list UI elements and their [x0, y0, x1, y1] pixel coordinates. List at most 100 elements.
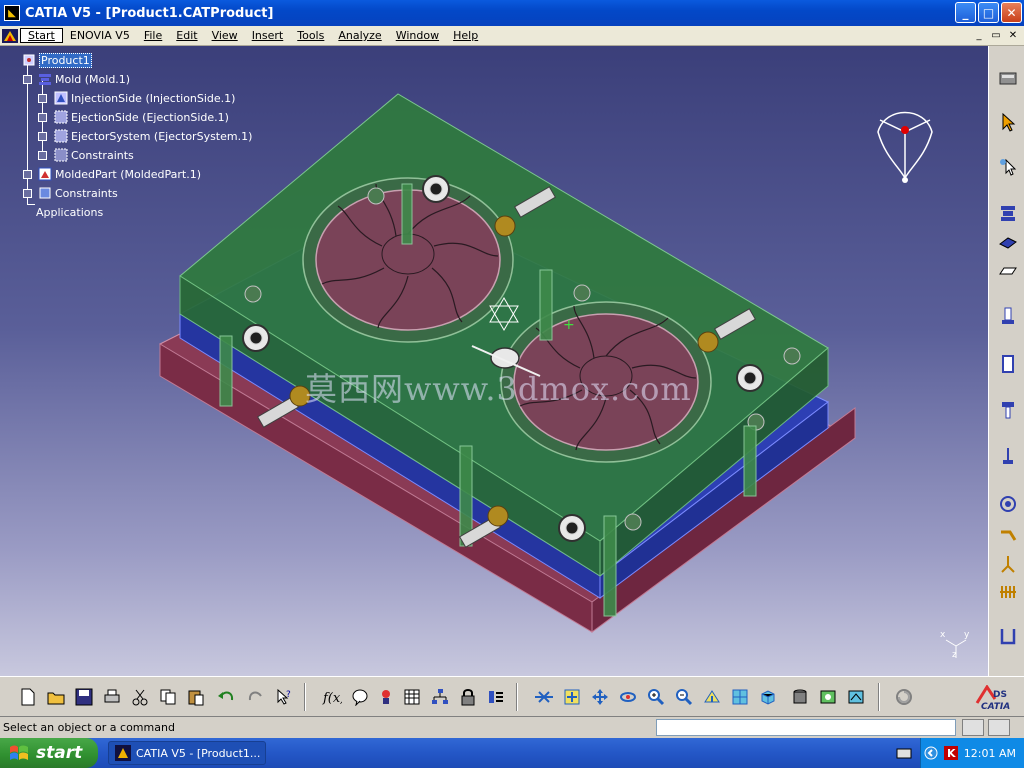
tree-expand-toggle[interactable]	[23, 170, 32, 179]
tree-node-mold[interactable]: Mold (Mold.1)	[38, 71, 130, 87]
catia-brand-logo: DS CATIA	[975, 684, 1021, 713]
mold-base-icon[interactable]	[996, 202, 1020, 226]
tree-expand-toggle[interactable]	[38, 132, 47, 141]
open-icon[interactable]	[44, 685, 68, 709]
tree-label-applications[interactable]: Applications	[36, 206, 103, 219]
tree-expand-toggle[interactable]	[38, 94, 47, 103]
pillar-icon[interactable]	[996, 352, 1020, 376]
tree-label-constraints-2[interactable]: Constraints	[55, 187, 118, 200]
select-arrow-icon[interactable]	[996, 110, 1020, 134]
command-history-icon[interactable]	[962, 719, 984, 736]
3d-viewport[interactable]: + 莫西网www.3dmox.com x y z Product1 Mold (…	[0, 46, 988, 676]
tree-label-injection-side[interactable]: InjectionSide (InjectionSide.1)	[71, 92, 235, 105]
update-icon[interactable]	[892, 685, 916, 709]
tree-node-molded-part[interactable]: MoldedPart (MoldedPart.1)	[38, 166, 201, 182]
start-button[interactable]: start	[0, 738, 98, 768]
baffle-icon[interactable]	[996, 580, 1020, 604]
undo-icon[interactable]	[214, 685, 238, 709]
sprue-icon[interactable]	[996, 492, 1020, 516]
menu-start[interactable]: Start	[20, 28, 63, 43]
antivirus-icon[interactable]: K	[943, 746, 958, 760]
tree-label-root[interactable]: Product1	[39, 52, 92, 68]
tree-node-ejection-side[interactable]: EjectionSide (EjectionSide.1)	[54, 109, 229, 125]
tree-expand-toggle[interactable]	[23, 189, 32, 198]
paste-icon[interactable]	[184, 685, 208, 709]
catia-logo-icon[interactable]	[0, 27, 20, 45]
menu-insert[interactable]: Insert	[245, 29, 291, 42]
new-icon[interactable]	[16, 685, 40, 709]
minimize-button[interactable]: _	[955, 2, 976, 23]
fit-all-icon[interactable]	[560, 685, 584, 709]
menu-edit[interactable]: Edit	[169, 29, 204, 42]
tree-label-constraints-1[interactable]: Constraints	[71, 149, 134, 162]
fly-icon[interactable]	[532, 685, 556, 709]
cut-icon[interactable]	[128, 685, 152, 709]
tree-node-applications[interactable]: Applications	[36, 204, 103, 220]
doc-minimize-button[interactable]: _	[972, 28, 986, 42]
tree-label-ejector-system[interactable]: EjectorSystem (EjectorSystem.1)	[71, 130, 252, 143]
tray-clock[interactable]: 12:01 AM	[964, 747, 1016, 760]
runner-icon[interactable]	[996, 524, 1020, 548]
normal-view-icon[interactable]	[700, 685, 724, 709]
screw-icon[interactable]	[996, 398, 1020, 422]
whats-this-icon[interactable]: ?	[272, 685, 296, 709]
hide-show-icon[interactable]	[816, 685, 840, 709]
product-icon	[22, 53, 36, 67]
catalog-icon[interactable]	[484, 685, 508, 709]
doc-restore-button[interactable]: ▭	[989, 28, 1003, 42]
knowledge-icon[interactable]	[374, 685, 398, 709]
close-button[interactable]: ✕	[1001, 2, 1022, 23]
table-icon[interactable]	[400, 685, 424, 709]
pan-icon[interactable]	[588, 685, 612, 709]
catia-app-icon[interactable]: ◣	[4, 5, 20, 21]
menu-file[interactable]: File	[137, 29, 169, 42]
redo-icon[interactable]	[244, 685, 268, 709]
comment-icon[interactable]	[348, 685, 372, 709]
bolt-icon[interactable]	[996, 304, 1020, 328]
power-input-field[interactable]	[656, 719, 956, 736]
maximize-button[interactable]: □	[978, 2, 999, 23]
print-icon[interactable]	[100, 685, 124, 709]
tree-label-ejection-side[interactable]: EjectionSide (EjectionSide.1)	[71, 111, 229, 124]
tree-node-constraints-1[interactable]: Constraints	[54, 147, 134, 163]
tree-node-root[interactable]: Product1	[22, 52, 92, 68]
save-icon[interactable]	[72, 685, 96, 709]
copy-icon[interactable]	[156, 685, 180, 709]
slider-icon[interactable]	[996, 258, 1020, 282]
tree-collapse-toggle[interactable]	[23, 75, 32, 84]
cooling-icon[interactable]	[996, 552, 1020, 576]
multi-view-icon[interactable]	[728, 685, 752, 709]
zoom-in-icon[interactable]	[644, 685, 668, 709]
formula-icon[interactable]: f(x)	[320, 685, 344, 709]
zoom-out-icon[interactable]	[672, 685, 696, 709]
u-channel-icon[interactable]	[996, 624, 1020, 648]
plate-icon[interactable]	[996, 230, 1020, 254]
tree-label-mold[interactable]: Mold (Mold.1)	[55, 73, 130, 86]
tree-node-constraints-2[interactable]: Constraints	[38, 185, 118, 201]
menu-enovia[interactable]: ENOVIA V5	[63, 29, 137, 42]
device-icon[interactable]	[996, 66, 1020, 90]
tree-icon[interactable]	[428, 685, 452, 709]
menu-analyze[interactable]: Analyze	[331, 29, 388, 42]
menu-tools[interactable]: Tools	[290, 29, 331, 42]
tree-node-ejector-system[interactable]: EjectorSystem (EjectorSystem.1)	[54, 128, 252, 144]
rotate-icon[interactable]	[616, 685, 640, 709]
tree-expand-toggle[interactable]	[38, 151, 47, 160]
tray-arrow-icon[interactable]	[924, 746, 938, 760]
tree-label-molded-part[interactable]: MoldedPart (MoldedPart.1)	[55, 168, 201, 181]
menu-help[interactable]: Help	[446, 29, 485, 42]
iso-view-icon[interactable]	[756, 685, 780, 709]
doc-close-button[interactable]: ✕	[1006, 28, 1020, 42]
taskbar-item-catia[interactable]: CATIA V5 - [Product1...	[108, 741, 266, 765]
lock-icon[interactable]	[456, 685, 480, 709]
tree-expand-toggle[interactable]	[38, 113, 47, 122]
swap-visible-icon[interactable]	[844, 685, 868, 709]
menu-window[interactable]: Window	[389, 29, 446, 42]
command-list-icon[interactable]	[988, 719, 1010, 736]
shading-icon[interactable]	[788, 685, 812, 709]
tree-node-injection-side[interactable]: InjectionSide (InjectionSide.1)	[54, 90, 235, 106]
menu-view[interactable]: View	[205, 29, 245, 42]
select-mode-icon[interactable]	[996, 154, 1020, 178]
ejector-pin-icon[interactable]	[996, 444, 1020, 468]
keyboard-icon[interactable]	[896, 746, 912, 760]
